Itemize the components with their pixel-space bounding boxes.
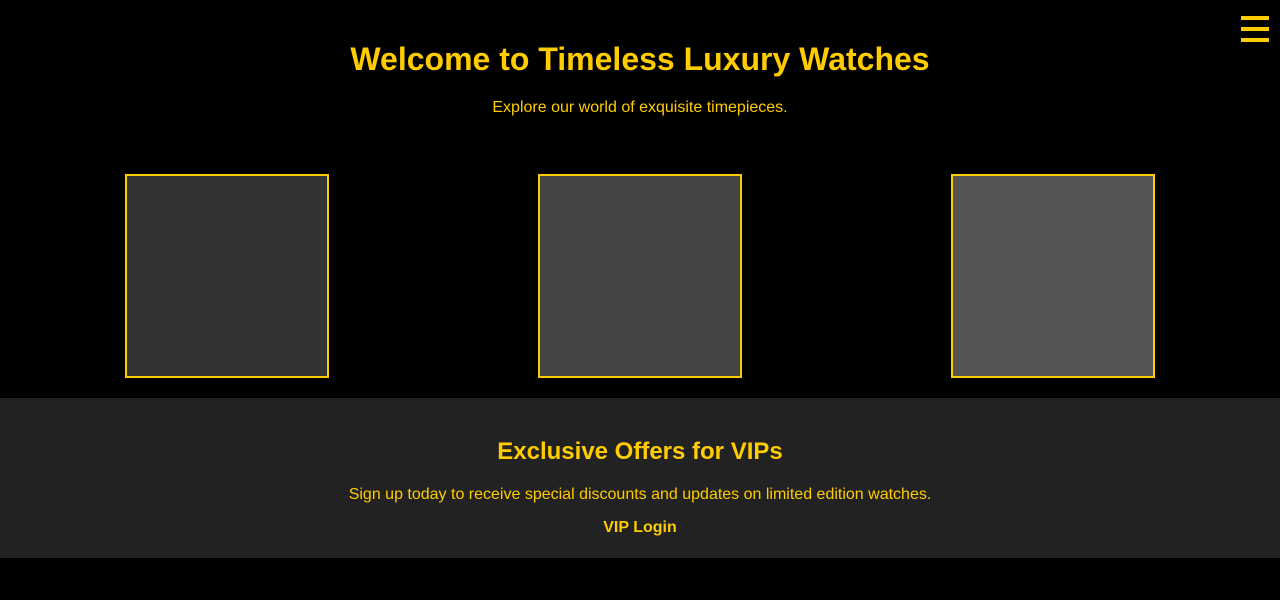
hero-title: Welcome to Timeless Luxury Watches xyxy=(350,41,930,77)
offers-text: Sign up today to receive special discoun… xyxy=(348,486,932,503)
vip-login-link[interactable]: VIP Login xyxy=(590,518,690,538)
menu-bar-middle xyxy=(1241,27,1269,31)
menu-bar-top xyxy=(1241,16,1269,20)
offers-title: Exclusive Offers for VIPs xyxy=(497,438,783,465)
watch-gallery-item-3[interactable] xyxy=(951,174,1155,378)
vip-offers-section: Exclusive Offers for VIPs Sign up today … xyxy=(0,398,1280,558)
watch-gallery-item-2[interactable] xyxy=(538,174,742,378)
hero-subtitle: Explore our world of exquisite timepiece… xyxy=(492,99,788,116)
watch-gallery-item-1[interactable] xyxy=(125,174,329,378)
page: Welcome to Timeless Luxury Watches Explo… xyxy=(0,0,1280,600)
hamburger-menu-icon[interactable] xyxy=(1241,16,1269,42)
